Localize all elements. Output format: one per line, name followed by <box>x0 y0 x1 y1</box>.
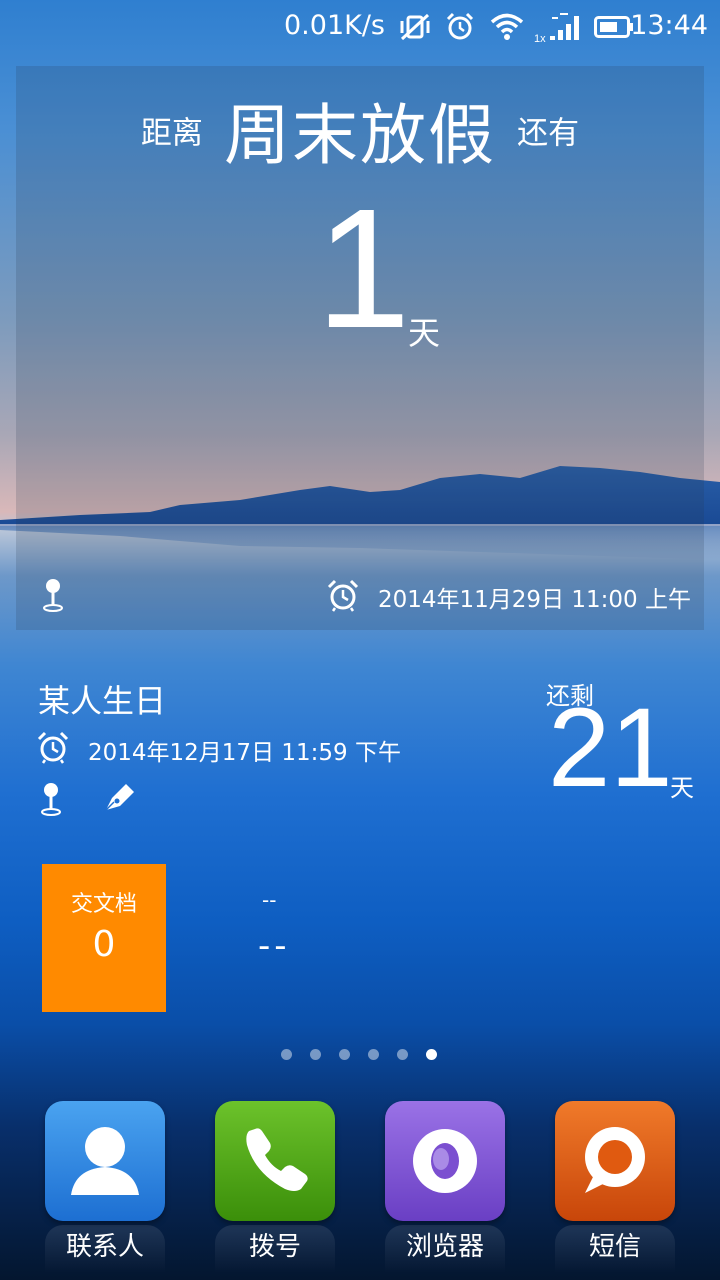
dock-app-messages[interactable]: 短信 <box>555 1101 675 1273</box>
dock-label: 短信 <box>555 1225 675 1273</box>
todo-count: 0 <box>92 924 116 965</box>
placeholder-big: -- <box>258 926 291 966</box>
network-speed: 0.01K/s <box>284 10 385 41</box>
dock-label: 浏览器 <box>385 1225 505 1273</box>
countdown-days-unit: 天 <box>408 314 441 352</box>
countdown-days-value: 1 <box>316 174 411 364</box>
network-type-label: 1x <box>534 33 546 44</box>
countdown-suffix: 还有 <box>517 115 580 152</box>
dock-app-browser[interactable]: 浏览器 <box>385 1101 505 1273</box>
page-dot[interactable] <box>397 1049 408 1060</box>
page-dot[interactable] <box>281 1049 292 1060</box>
signal-icon: 1x <box>534 12 586 48</box>
battery-icon <box>594 16 634 42</box>
location-pin-icon[interactable] <box>42 576 64 616</box>
birthday-title[interactable]: 某人生日 <box>38 676 166 722</box>
location-pin-icon[interactable] <box>40 780 62 820</box>
todo-widget[interactable]: 交文档 0 <box>42 864 166 1012</box>
placeholder-small: -- <box>262 888 277 912</box>
dock-label: 联系人 <box>45 1225 165 1273</box>
countdown-event-title: 周末放假 <box>224 97 496 174</box>
countdown-widget[interactable]: 距离 周末放假 还有 1 天 2014年11月29日 11:00 上午 <box>16 66 704 630</box>
alarm-clock-icon <box>36 730 70 768</box>
page-dot[interactable] <box>339 1049 350 1060</box>
remaining-days-unit: 天 <box>670 774 694 802</box>
remaining-days-value: 21 <box>548 685 673 810</box>
page-dot-active[interactable] <box>426 1049 437 1060</box>
page-dot[interactable] <box>368 1049 379 1060</box>
status-bar: 0.01K/s 1x 13:44 <box>0 0 720 54</box>
edit-pen-icon[interactable] <box>104 780 138 816</box>
clock-time: 13:44 <box>630 10 708 41</box>
alarm-clock-icon <box>326 578 360 616</box>
todo-label: 交文档 <box>70 892 137 917</box>
countdown-datetime: 2014年11月29日 11:00 上午 <box>378 587 691 613</box>
dock-app-phone[interactable]: 拨号 <box>215 1101 335 1273</box>
phone-icon[interactable] <box>215 1101 335 1221</box>
wifi-icon <box>490 12 524 46</box>
birthday-datetime: 2014年12月17日 11:59 下午 <box>88 740 401 766</box>
alarm-icon <box>445 12 475 46</box>
dock-app-contacts[interactable]: 联系人 <box>45 1101 165 1273</box>
vibrate-off-icon <box>398 12 432 46</box>
contacts-icon[interactable] <box>45 1101 165 1221</box>
page-dot[interactable] <box>310 1049 321 1060</box>
countdown-headline: 距离 周末放假 还有 <box>16 82 704 178</box>
browser-icon[interactable] <box>385 1101 505 1221</box>
dock-label: 拨号 <box>215 1225 335 1273</box>
countdown-prefix: 距离 <box>140 115 203 152</box>
messages-icon[interactable] <box>555 1101 675 1221</box>
